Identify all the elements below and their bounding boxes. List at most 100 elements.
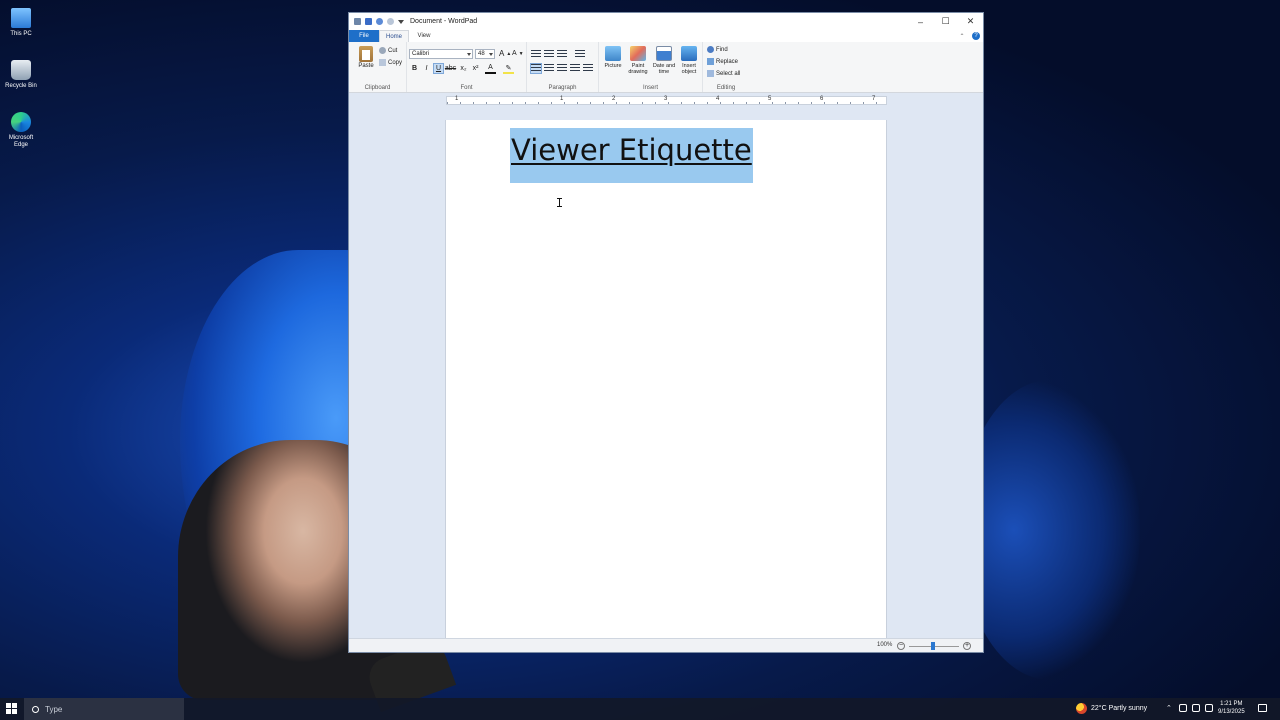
shrink-font-button[interactable]: A ▼ <box>512 50 524 57</box>
group-label: Insert <box>642 85 658 91</box>
notification-icon[interactable] <box>1258 704 1267 712</box>
replace-icon <box>707 58 714 65</box>
select-all-icon <box>707 70 714 77</box>
subscript-button[interactable]: x₂ <box>458 63 469 74</box>
network-icon[interactable] <box>1179 704 1187 712</box>
desktop-icon-recycle-bin[interactable]: Recycle Bin <box>4 60 38 90</box>
paragraph-group: Paragraph <box>527 42 599 92</box>
weather-icon <box>1076 703 1087 714</box>
desktop-icon-this-pc[interactable]: This PC <box>4 8 38 38</box>
search-icon <box>32 705 39 713</box>
paint-drawing-button[interactable]: Paint drawing <box>626 46 650 75</box>
desktop-icon-edge[interactable]: Microsoft Edge <box>4 112 38 149</box>
customize-dropdown-icon[interactable] <box>398 19 404 24</box>
desktop-icon-label: This PC <box>10 31 32 37</box>
select-all-button[interactable]: Select all <box>707 70 740 77</box>
bold-button[interactable]: B <box>409 63 420 74</box>
group-label: Paragraph <box>548 85 577 91</box>
strikethrough-button[interactable]: abc <box>445 63 456 74</box>
picture-icon <box>605 46 621 61</box>
wordpad-window: Document - WordPad – ☐ ✕ File Home View … <box>348 12 984 653</box>
app-menu-icon[interactable] <box>354 18 361 25</box>
bullet-list-icon[interactable] <box>557 50 567 59</box>
recycle-bin-icon <box>11 60 31 80</box>
grow-font-button[interactable]: A ▲ <box>499 49 511 58</box>
document-heading[interactable]: Viewer Etiquette <box>510 128 753 183</box>
insert-object-button[interactable]: Insert object <box>677 46 701 75</box>
group-label: Font <box>460 85 473 91</box>
zoom-slider-thumb[interactable] <box>931 642 935 650</box>
insert-group: Picture Paint drawing Date and time Inse… <box>599 42 703 92</box>
display-icon[interactable] <box>1192 704 1200 712</box>
start-button[interactable] <box>6 703 17 714</box>
taskbar-search[interactable]: Type <box>24 698 184 720</box>
taskbar: Type 22°C Partly sunny ⌃ 1:21 PM 9/13/20… <box>0 698 1280 720</box>
replace-button[interactable]: Replace <box>707 58 738 65</box>
date-time-button[interactable]: Date and time <box>652 46 676 75</box>
ruler[interactable]: 1 1 2 3 4 5 6 7 <box>446 96 887 105</box>
justify-icon[interactable] <box>570 64 580 73</box>
zoom-level: 100% <box>877 642 893 648</box>
picture-button[interactable]: Picture <box>601 46 625 69</box>
maximize-button[interactable]: ☐ <box>933 13 958 30</box>
align-right-icon[interactable] <box>557 64 567 73</box>
align-center-icon[interactable] <box>544 64 554 73</box>
binoculars-icon <box>707 46 714 53</box>
superscript-button[interactable]: x² <box>470 63 481 74</box>
zoom-out-button[interactable]: − <box>897 642 905 650</box>
tab-file[interactable]: File <box>349 30 379 42</box>
clock[interactable]: 1:21 PM 9/13/2025 <box>1218 700 1245 716</box>
italic-button[interactable]: I <box>421 63 432 74</box>
editing-group: Find Replace Select all Editing <box>703 42 749 92</box>
collapse-ribbon-icon[interactable]: ⌃ <box>955 30 969 42</box>
volume-icon[interactable] <box>1205 704 1213 712</box>
ribbon: Paste Cut Copy Clipboard Calibri 48 A ▲ A… <box>349 42 983 93</box>
cut-button[interactable]: Cut <box>379 47 397 54</box>
decrease-indent-icon[interactable] <box>531 50 541 59</box>
paragraph-settings-icon[interactable] <box>583 64 593 73</box>
edge-icon <box>11 112 31 132</box>
system-tray: ⌃ <box>1166 704 1213 712</box>
minimize-button[interactable]: – <box>908 13 933 30</box>
object-icon <box>681 46 697 61</box>
document-area: Viewer Etiquette <box>349 120 983 640</box>
increase-indent-icon[interactable] <box>544 50 554 59</box>
undo-icon[interactable] <box>376 18 383 25</box>
paste-button[interactable]: Paste <box>355 46 377 69</box>
tab-view[interactable]: View <box>409 30 439 42</box>
clipboard-group: Paste Cut Copy Clipboard <box>349 42 407 92</box>
underline-button[interactable]: U <box>433 63 444 74</box>
font-family-select[interactable]: Calibri <box>409 49 473 59</box>
ruler-bar: 1 1 2 3 4 5 6 7 <box>349 93 983 107</box>
weather-widget[interactable]: 22°C Partly sunny <box>1076 703 1147 714</box>
highlight-color-button[interactable]: ✎ <box>503 63 514 74</box>
group-label: Editing <box>716 85 736 91</box>
zoom-in-button[interactable]: + <box>963 642 971 650</box>
line-spacing-icon[interactable] <box>575 50 585 59</box>
paint-icon <box>630 46 646 61</box>
ribbon-tabs: File Home View ⌃ ? <box>349 30 983 42</box>
desktop-icon-label: Microsoft Edge <box>8 135 34 148</box>
align-left-icon[interactable] <box>530 63 542 74</box>
document-page[interactable]: Viewer Etiquette <box>445 120 887 640</box>
paste-icon <box>359 46 373 62</box>
copy-button[interactable]: Copy <box>379 59 402 66</box>
text-cursor <box>557 198 562 207</box>
tab-home[interactable]: Home <box>379 30 409 42</box>
computer-icon <box>11 8 31 28</box>
title-bar: Document - WordPad – ☐ ✕ <box>349 13 983 30</box>
chevron-up-icon[interactable]: ⌃ <box>1166 704 1174 712</box>
font-size-select[interactable]: 48 <box>475 49 495 59</box>
help-icon[interactable]: ? <box>972 32 980 40</box>
scissors-icon <box>379 47 386 54</box>
wallpaper-bloom-right <box>960 380 1140 680</box>
close-button[interactable]: ✕ <box>958 13 983 30</box>
text-color-button[interactable]: A <box>485 63 496 74</box>
redo-icon[interactable] <box>387 18 394 25</box>
save-icon[interactable] <box>365 18 372 25</box>
find-button[interactable]: Find <box>707 46 728 53</box>
quick-access-toolbar <box>354 18 404 25</box>
group-label: Clipboard <box>364 85 391 91</box>
font-group: Calibri 48 A ▲ A ▼ B I U abc x₂ x² A ✎ Fon… <box>407 42 527 92</box>
copy-icon <box>379 59 386 66</box>
